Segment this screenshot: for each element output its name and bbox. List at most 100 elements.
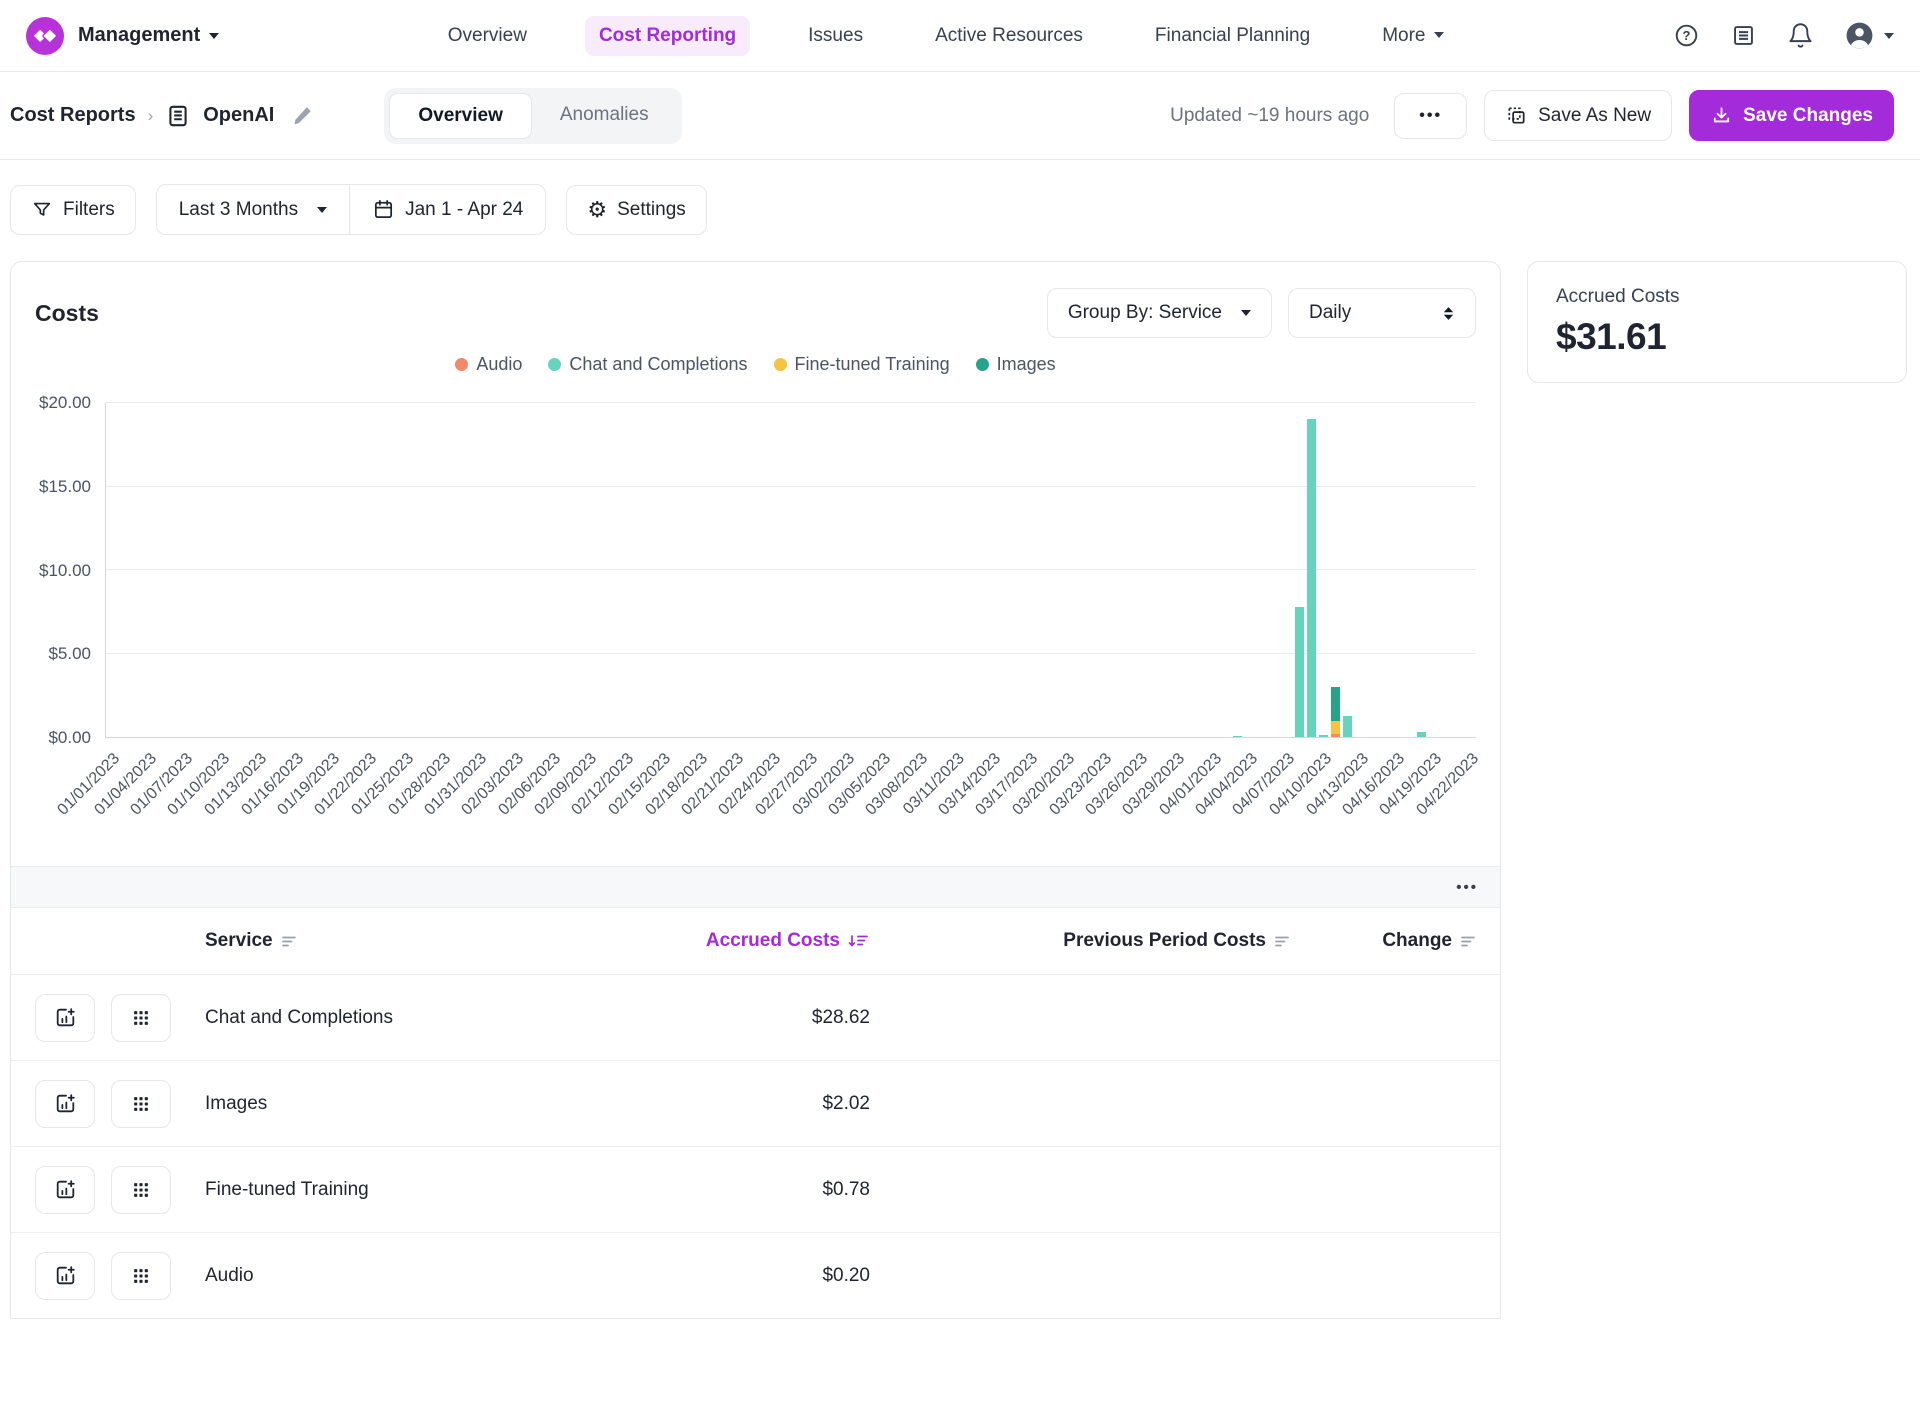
row-actions bbox=[35, 994, 205, 1042]
grid-breakdown-button[interactable] bbox=[111, 1166, 171, 1214]
chart-x-axis: 01/01/202301/04/202301/07/202301/10/2023… bbox=[105, 738, 1476, 866]
account-avatar-icon[interactable] bbox=[1844, 20, 1894, 51]
column-label: Previous Period Costs bbox=[1063, 930, 1266, 952]
table-more-button[interactable]: ••• bbox=[1456, 879, 1478, 896]
table-body: Chat and Completions$28.62Images$2.02Fin… bbox=[11, 974, 1500, 1318]
breadcrumb-root[interactable]: Cost Reports bbox=[10, 104, 136, 127]
legend-color-dot bbox=[774, 358, 787, 371]
legend-item-chat-and-completions[interactable]: Chat and Completions bbox=[548, 354, 747, 375]
svg-text:?: ? bbox=[1683, 28, 1691, 43]
legend-color-dot bbox=[548, 358, 561, 371]
notifications-bell-icon[interactable] bbox=[1787, 22, 1814, 49]
chart-y-axis: $0.00$5.00$10.00$15.00$20.00 bbox=[21, 403, 105, 738]
y-tick-label: $10.00 bbox=[39, 561, 91, 581]
bar-segment-chat-and-completions bbox=[1233, 736, 1242, 737]
chart-plot[interactable] bbox=[105, 403, 1476, 738]
edit-pencil-icon[interactable] bbox=[290, 104, 314, 128]
funnel-icon bbox=[31, 199, 53, 221]
row-actions bbox=[35, 1166, 205, 1214]
row-actions bbox=[35, 1252, 205, 1300]
date-range-picker[interactable]: Jan 1 - Apr 24 bbox=[349, 185, 545, 234]
view-chart-button[interactable] bbox=[35, 1080, 95, 1128]
legend-label: Fine-tuned Training bbox=[795, 354, 950, 375]
grid-breakdown-button[interactable] bbox=[111, 994, 171, 1042]
filters-label: Filters bbox=[63, 199, 115, 221]
summary-value: $31.61 bbox=[1556, 316, 1878, 358]
workspace-switcher[interactable]: Management bbox=[78, 24, 219, 47]
nav-item-cost-reporting[interactable]: Cost Reporting bbox=[585, 16, 750, 56]
y-tick-label: $15.00 bbox=[39, 477, 91, 497]
granularity-select[interactable]: Daily bbox=[1288, 288, 1476, 338]
y-tick-label: $20.00 bbox=[39, 393, 91, 413]
row-actions bbox=[35, 1080, 205, 1128]
filters-button[interactable]: Filters bbox=[10, 185, 136, 235]
view-chart-button[interactable] bbox=[35, 994, 95, 1042]
period-label: Last 3 Months bbox=[179, 199, 298, 221]
save-as-new-button[interactable]: Save As New bbox=[1484, 90, 1672, 141]
help-icon[interactable]: ? bbox=[1673, 22, 1700, 49]
view-chart-button[interactable] bbox=[35, 1252, 95, 1300]
cell-accrued-costs: $2.02 bbox=[540, 1093, 870, 1115]
bar-04/11/2023[interactable] bbox=[1331, 687, 1340, 737]
nav-item-active-resources[interactable]: Active Resources bbox=[921, 16, 1097, 56]
vantage-logo-icon[interactable] bbox=[26, 17, 64, 55]
table-row: Fine-tuned Training$0.78 bbox=[11, 1146, 1500, 1232]
period-dropdown[interactable]: Last 3 Months bbox=[157, 185, 349, 234]
legend-item-images[interactable]: Images bbox=[976, 354, 1056, 375]
tab-overview[interactable]: Overview bbox=[389, 93, 532, 139]
view-chart-button[interactable] bbox=[35, 1166, 95, 1214]
workspace-name: Management bbox=[78, 24, 200, 47]
accrued-costs-summary: Accrued Costs $31.61 bbox=[1527, 261, 1907, 383]
bar-segment-audio bbox=[1331, 734, 1340, 737]
chart-table-divider: ••• bbox=[11, 866, 1500, 908]
save-changes-button[interactable]: Save Changes bbox=[1689, 90, 1894, 141]
bar-segment-images bbox=[1331, 687, 1340, 721]
column-header-change[interactable]: Change bbox=[1290, 930, 1476, 952]
column-header-previous-period-costs[interactable]: Previous Period Costs bbox=[870, 930, 1290, 952]
tab-anomalies[interactable]: Anomalies bbox=[532, 93, 677, 139]
bar-04/18/2023[interactable] bbox=[1417, 732, 1426, 737]
save-changes-label: Save Changes bbox=[1743, 105, 1873, 127]
more-actions-button[interactable]: ••• bbox=[1394, 93, 1467, 139]
gridline bbox=[106, 653, 1476, 654]
sort-lines-icon bbox=[1460, 934, 1476, 949]
bar-segment-chat-and-completions bbox=[1319, 735, 1328, 738]
nav-item-issues[interactable]: Issues bbox=[794, 16, 877, 56]
chevron-down-icon bbox=[1434, 32, 1444, 38]
nav-item-overview[interactable]: Overview bbox=[434, 16, 541, 56]
report-title: OpenAI bbox=[203, 104, 274, 127]
legend-color-dot bbox=[976, 358, 989, 371]
sort-desc-icon bbox=[848, 934, 870, 949]
settings-button[interactable]: ⚙︎ Settings bbox=[566, 185, 706, 235]
report-header: Cost Reports › OpenAI Overview Anomalies… bbox=[0, 72, 1920, 160]
nav-item-more[interactable]: More bbox=[1368, 16, 1458, 56]
calendar-icon bbox=[372, 198, 395, 221]
chart-legend: Audio Chat and Completions Fine-tuned Trai… bbox=[11, 354, 1500, 375]
nav-item-financial-planning[interactable]: Financial Planning bbox=[1141, 16, 1324, 56]
grid-breakdown-button[interactable] bbox=[111, 1080, 171, 1128]
column-header-service[interactable]: Service bbox=[205, 930, 540, 952]
notes-icon[interactable] bbox=[1730, 22, 1757, 49]
date-range-label: Jan 1 - Apr 24 bbox=[405, 199, 523, 221]
costs-chart: $0.00$5.00$10.00$15.00$20.00 01/01/20230… bbox=[11, 375, 1500, 866]
column-header-accrued-costs[interactable]: Accrued Costs bbox=[540, 930, 870, 952]
costs-card: Costs Group By: Service Daily A bbox=[10, 261, 1501, 1319]
bar-04/09/2023[interactable] bbox=[1307, 419, 1316, 737]
gridline bbox=[106, 486, 1476, 487]
column-label: Service bbox=[205, 930, 273, 952]
granularity-label: Daily bbox=[1309, 302, 1351, 324]
bar-04/03/2023[interactable] bbox=[1233, 736, 1242, 737]
bar-04/10/2023[interactable] bbox=[1319, 735, 1328, 738]
legend-item-fine-tuned-training[interactable]: Fine-tuned Training bbox=[774, 354, 950, 375]
bar-segment-chat-and-completions bbox=[1343, 716, 1352, 737]
bar-04/08/2023[interactable] bbox=[1295, 607, 1304, 737]
breadcrumb: Cost Reports › OpenAI bbox=[10, 103, 314, 129]
y-tick-label: $5.00 bbox=[48, 644, 91, 664]
group-by-dropdown[interactable]: Group By: Service bbox=[1047, 288, 1272, 338]
summary-label: Accrued Costs bbox=[1556, 286, 1878, 308]
grid-breakdown-button[interactable] bbox=[111, 1252, 171, 1300]
report-icon bbox=[165, 103, 191, 129]
bar-segment-chat-and-completions bbox=[1417, 732, 1426, 737]
legend-item-audio[interactable]: Audio bbox=[455, 354, 522, 375]
bar-04/12/2023[interactable] bbox=[1343, 716, 1352, 737]
